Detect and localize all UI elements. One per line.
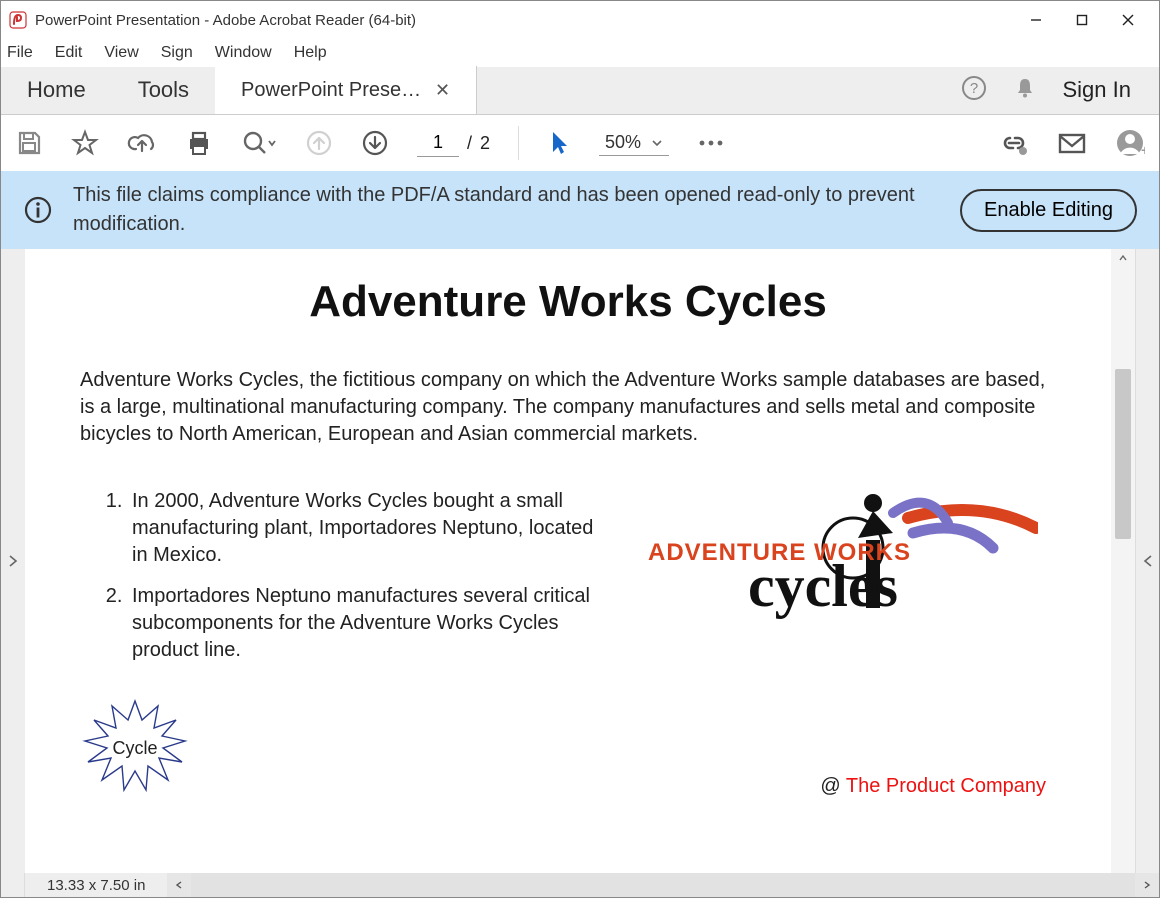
vertical-scrollbar[interactable] — [1111, 249, 1135, 873]
doc-paragraph: Adventure Works Cycles, the fictitious c… — [80, 367, 1056, 448]
info-message: This file claims compliance with the PDF… — [73, 181, 940, 239]
status-bar: 13.33 x 7.50 in — [1, 873, 1159, 897]
enable-editing-button[interactable]: Enable Editing — [960, 189, 1137, 232]
toolbar: / 2 50% + — [1, 115, 1159, 171]
page-control: / 2 — [417, 129, 490, 157]
menu-bar: File Edit View Sign Window Help — [1, 39, 1159, 67]
window-title: PowerPoint Presentation - Adobe Acrobat … — [35, 12, 416, 29]
list-item: In 2000, Adventure Works Cycles bought a… — [128, 488, 600, 569]
starburst-label: Cycle — [112, 738, 157, 759]
menu-help[interactable]: Help — [294, 44, 327, 62]
tab-strip: Home Tools PowerPoint Present... ✕ ? Sig… — [1, 67, 1159, 115]
account-icon[interactable]: + — [1115, 128, 1145, 158]
zoom-control[interactable]: 50% — [599, 130, 669, 156]
help-icon[interactable]: ? — [961, 75, 987, 106]
doc-title: Adventure Works Cycles — [80, 277, 1056, 327]
chevron-down-icon — [651, 138, 663, 148]
svg-text:?: ? — [969, 80, 977, 97]
sign-in-button[interactable]: Sign In — [1063, 77, 1132, 103]
page-total: 2 — [480, 133, 490, 154]
app-icon — [9, 11, 27, 29]
bell-icon[interactable] — [1013, 76, 1037, 105]
menu-view[interactable]: View — [104, 44, 138, 62]
cursor-icon[interactable] — [547, 129, 571, 157]
window-close-button[interactable] — [1105, 1, 1151, 39]
window-maximize-button[interactable] — [1059, 1, 1105, 39]
scroll-left-icon[interactable] — [167, 873, 191, 897]
footer-at: @ — [820, 775, 846, 797]
print-icon[interactable] — [185, 129, 213, 157]
scroll-right-icon[interactable] — [1135, 873, 1159, 897]
page-sep: / — [467, 133, 472, 154]
footer-company: The Product Company — [846, 775, 1046, 797]
page-current-input[interactable] — [417, 129, 459, 157]
zoom-value: 50% — [605, 132, 641, 153]
window-minimize-button[interactable] — [1013, 1, 1059, 39]
page-dimensions: 13.33 x 7.50 in — [25, 877, 167, 894]
svg-text:+: + — [1141, 142, 1145, 158]
zoom-icon[interactable] — [241, 129, 277, 157]
save-icon[interactable] — [15, 129, 43, 157]
email-icon[interactable] — [1057, 131, 1087, 155]
more-icon[interactable] — [697, 138, 725, 148]
tab-tools[interactable]: Tools — [112, 66, 215, 114]
star-icon[interactable] — [71, 129, 99, 157]
starburst-shape: Cycle — [80, 698, 190, 798]
info-icon — [23, 196, 53, 224]
list-item: Importadores Neptuno manufactures severa… — [128, 583, 600, 664]
right-panel-toggle[interactable] — [1135, 249, 1159, 873]
menu-edit[interactable]: Edit — [55, 44, 83, 62]
info-bar: This file claims compliance with the PDF… — [1, 171, 1159, 249]
tab-tools-label: Tools — [138, 77, 189, 103]
footer-brand: @ The Product Company — [820, 775, 1046, 798]
scroll-up-icon[interactable] — [1111, 249, 1135, 267]
horizontal-scrollbar[interactable] — [167, 873, 1159, 897]
doc-logo: ADVENTURE WORKS cycles — [620, 488, 1056, 678]
menu-file[interactable]: File — [7, 44, 33, 62]
tab-close-icon[interactable]: ✕ — [435, 80, 450, 101]
title-bar: PowerPoint Presentation - Adobe Acrobat … — [1, 1, 1159, 39]
tab-home-label: Home — [27, 77, 86, 103]
scroll-thumb[interactable] — [1115, 369, 1131, 539]
doc-list: In 2000, Adventure Works Cycles bought a… — [80, 488, 600, 678]
cloud-upload-icon[interactable] — [127, 129, 157, 157]
menu-window[interactable]: Window — [215, 44, 272, 62]
tab-document-label: PowerPoint Present... — [241, 79, 425, 102]
page-down-icon[interactable] — [361, 129, 389, 157]
logo-line2: cycles — [748, 553, 898, 619]
tab-document[interactable]: PowerPoint Present... ✕ — [215, 66, 477, 114]
menu-sign[interactable]: Sign — [161, 44, 193, 62]
share-link-icon[interactable] — [999, 130, 1029, 156]
left-panel-toggle[interactable] — [1, 249, 25, 873]
document-viewport[interactable]: Adventure Works Cycles Adventure Works C… — [25, 249, 1111, 873]
page-up-icon[interactable] — [305, 129, 333, 157]
tab-home[interactable]: Home — [1, 66, 112, 114]
